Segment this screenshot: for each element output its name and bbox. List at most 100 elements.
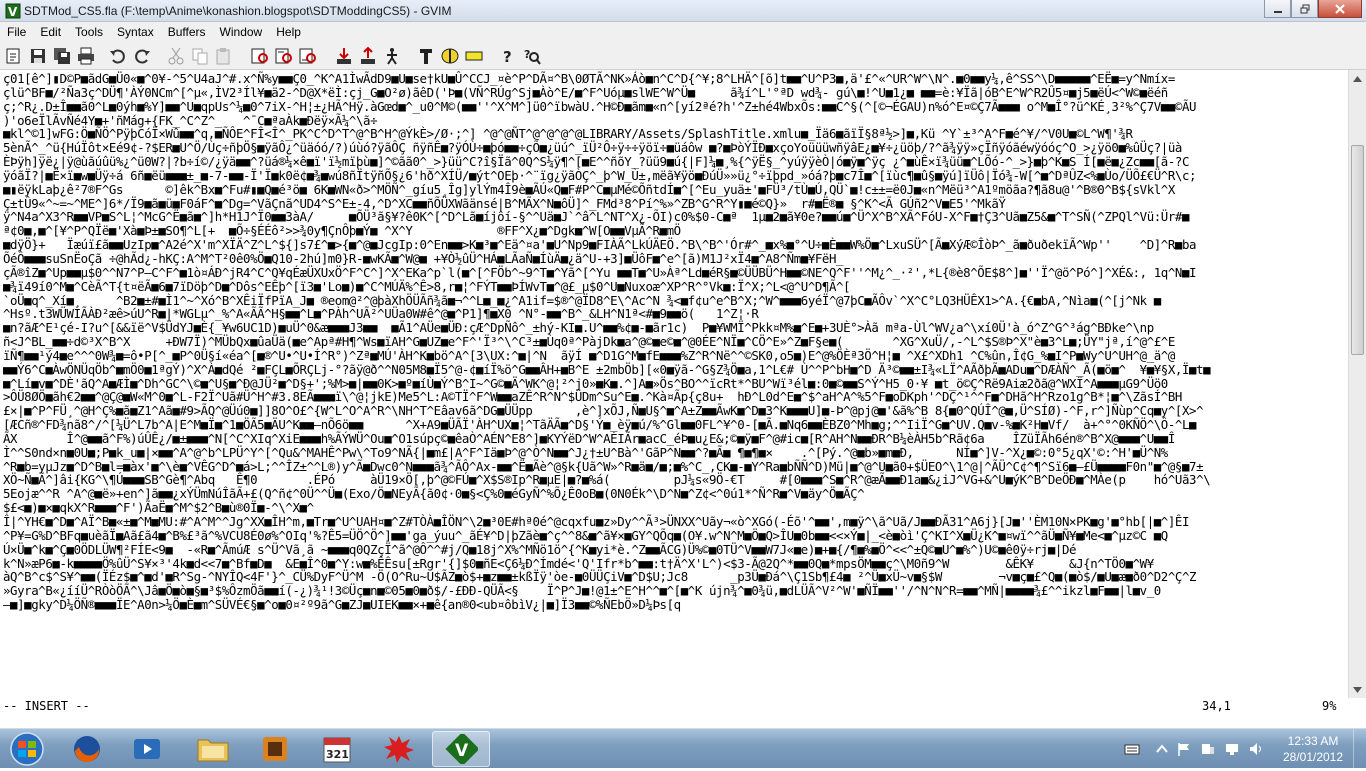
editor-line[interactable]: ÃX Î^@■■ã^F%)úÛÊ¿/■±■■■^N[^C^XIq^XiE■■■h… xyxy=(3,431,1175,446)
editor-area[interactable]: ç01[ê^]▮D©P■ãdG■Ü0«■^0¥-^5^U4aJ^#.x^Ñ%y■… xyxy=(0,70,1348,698)
load-session-button[interactable] xyxy=(334,46,354,66)
cut-icon xyxy=(168,47,184,65)
taskbar-explorer[interactable] xyxy=(184,731,242,767)
editor-line[interactable]: £×|■^P^FÜ¸^@H^Ç%■ã■Z1^Aã■#9>ÃQ^@Üú0■]]8O… xyxy=(3,403,1204,418)
device-icon[interactable] xyxy=(1200,741,1216,757)
show-desktop-button[interactable] xyxy=(1353,729,1366,769)
editor-line[interactable]: 5Eojæ^^R ^A^@■ë»+en^]ã■■¿xÝÜmNúÎãÃ+£(Q^ñ… xyxy=(3,486,865,501)
tag-jump-icon xyxy=(441,48,459,64)
gvim-app-icon[interactable]: V xyxy=(5,3,21,19)
svg-text:V: V xyxy=(455,741,469,761)
copy-icon xyxy=(192,48,208,65)
run-script-button[interactable] xyxy=(382,46,402,66)
minimize-button[interactable] xyxy=(1264,0,1291,18)
editor-line[interactable]: ç;^R¿.D±Î■■ã0^L■0ýh■%Y]■■^U■qpUs^¼■0^7iX… xyxy=(3,99,1197,114)
window-controls xyxy=(1264,0,1362,18)
undo-icon xyxy=(110,49,125,64)
menu-buffers[interactable]: Buffers xyxy=(161,25,213,39)
editor-line[interactable]: ■dÿÖ}+ Ïæúï£ã■■UzIp■^A2é^X'm^XÏÄ^Z^L^${]… xyxy=(3,237,1197,252)
editor-line[interactable]: ç01[ê^]▮D©P■ãdG■Ü0«■^0¥-^5^U4aJ^#.x^Ñ%y■… xyxy=(3,71,1175,86)
menu-tools[interactable]: Tools xyxy=(68,25,110,39)
start-button[interactable] xyxy=(3,730,51,768)
editor-line[interactable]: ^P¥=G%D^BFq■uèãÏ■Aã£ã4■^B%£³ã^%VCU8É0ø%^… xyxy=(3,528,1168,543)
editor-line[interactable]: ÕéÔ■■■suSnËoÇã ÷@hÃd¿-hKÇ:A^M^T²0ê0%Ö■Q1… xyxy=(3,251,844,266)
save-button[interactable] xyxy=(28,46,48,66)
save-all-button[interactable] xyxy=(52,46,72,66)
editor-line[interactable]: Ú×Ü■^k■^Ç■0ÖDLÜW¶²FÍE<9■ -«R■^ÃmúÆ s^Ü^V… xyxy=(3,542,1076,557)
editor-line[interactable]: 5ènÃ^_^ü{HúÏôt×Eé9¢-?$ER■U^Ö/Ùç÷ñþÖ§■ÿãÔ… xyxy=(3,140,1182,155)
editor-line[interactable]: ■▮ëÿkLaþ¿ê²7®F^Gs ©]êk^Bx■^Fu#▮■Q■é³ö■ 6… xyxy=(3,182,1175,197)
editor-line[interactable]: ■¾ï49í0^M■^CèÃ^T{t¤ëÃ■6■7ïDöþ^D■^Dôs^EÊþ… xyxy=(3,279,851,294)
editor-text[interactable]: ç01[ê^]▮D©P■ãdG■Ü0«■^0¥-^5^U4aJ^#.x^Ñ%y■… xyxy=(0,70,1348,614)
media-player-icon xyxy=(134,739,160,759)
toolbar: ? ? xyxy=(0,42,1366,70)
menu-edit[interactable]: Edit xyxy=(33,25,68,39)
keyboard-icon[interactable] xyxy=(1124,741,1140,757)
print-button[interactable] xyxy=(76,46,96,66)
open-button[interactable] xyxy=(4,46,24,66)
find-help-icon: ? xyxy=(524,48,541,65)
editor-line[interactable]: çlü^BF■/²Ña3ç^DÜ¶'ÀÝ0NCm^[^µ«,ÌV2³Íl¥■ä2… xyxy=(3,85,1168,100)
scroll-up-button[interactable] xyxy=(1349,70,1366,87)
taskbar-red-app[interactable] xyxy=(370,731,428,767)
tag-jump-button[interactable] xyxy=(440,46,460,66)
network-icon[interactable] xyxy=(1224,741,1240,757)
menu-syntax[interactable]: Syntax xyxy=(110,25,161,39)
make-button[interactable] xyxy=(416,46,436,66)
taskbar-firefox[interactable] xyxy=(58,731,116,767)
editor-line[interactable]: —■]■gky^D¼ÖÑ®■■■ÏE^A0n>¼Ö■È■m^SÜVÉ€§■^o■… xyxy=(3,597,681,612)
cursor-position: 34,1 xyxy=(1202,699,1231,713)
copy-button[interactable] xyxy=(190,46,210,66)
maximize-button[interactable] xyxy=(1291,0,1318,18)
taskbar-gvim[interactable]: V xyxy=(432,731,490,767)
scrollbar-thumb[interactable] xyxy=(1351,145,1364,355)
menu-file[interactable]: File xyxy=(0,25,33,39)
open-icon xyxy=(6,48,20,64)
save-icon xyxy=(31,49,45,63)
taskbar-flash[interactable] xyxy=(246,731,304,767)
save-session-button[interactable] xyxy=(358,46,378,66)
editor-line[interactable]: Î|^YH€■^D■^AÏ^B■«±■^M■MU:#^A^M^^Jg^XX■ÎH… xyxy=(3,514,1189,529)
undo-button[interactable] xyxy=(108,46,128,66)
save-all-icon xyxy=(54,48,70,64)
taskbar-calendar[interactable]: 321 xyxy=(308,731,366,767)
editor-line[interactable]: »Gyra^B«¿ííÜ^RÒòÖÃ^\Jâ■Ö■ò■§■³$%ÔzmÖã■■í… xyxy=(3,583,1161,598)
find-replace-button[interactable] xyxy=(250,46,270,66)
editor-line[interactable]: [ÆCñ®^FD¾nã8^/^[¼Ü^L7b^A|E^M■Ï■^1■ÖÃ5■ÄU… xyxy=(3,417,1197,432)
shell-button[interactable] xyxy=(464,46,484,66)
editor-line[interactable]: Ì^^S0nd×n■0U■;P■k_u■|×■■^A^@^b^LPÜ^Y^[^Q… xyxy=(3,445,1168,460)
flash-icon xyxy=(263,737,287,761)
editor-line[interactable]: ïÑ¶■■¹ý4■e^^^0W¾■=ô•P[^_■P^0Ü§í«éa^[■®^U… xyxy=(3,348,1175,363)
editor-line[interactable]: ■n?ãÆ^E¹çé-I?u^[&&ïë^V$ÜdYJ■È{_¥w6UC1D)■… xyxy=(3,320,1154,335)
close-button[interactable] xyxy=(1318,0,1362,18)
cut-button[interactable] xyxy=(166,46,186,66)
paste-button[interactable] xyxy=(214,46,234,66)
flag-icon[interactable] xyxy=(1176,741,1192,757)
find-prev-button[interactable] xyxy=(298,46,318,66)
editor-line[interactable]: ÈÞÿh]ÿë¿|ÿ@ùãúûü%¿^ü0W?|?b÷í©/¿ÿä■■^?üá®… xyxy=(3,154,1189,169)
scroll-percent: 9% xyxy=(1322,699,1337,713)
print-icon xyxy=(78,47,94,65)
menu-window[interactable]: Window xyxy=(213,25,270,39)
restore-icon xyxy=(1300,4,1309,13)
find-help-button[interactable]: ? xyxy=(522,46,542,66)
editor-line[interactable]: ■■Ý6^C■ÀwÖNÜqÖb^■mÖ0■1ªgÝ)^X^À■dQé ²■FÇL… xyxy=(3,362,1211,377)
find-next-button[interactable] xyxy=(274,46,294,66)
system-clock[interactable]: 12:33 AM 28/01/2012 xyxy=(1280,733,1346,765)
scroll-down-button[interactable] xyxy=(1349,681,1366,698)
vertical-scrollbar[interactable] xyxy=(1348,70,1366,698)
taskbar-media-player[interactable] xyxy=(118,731,176,767)
chevron-up-tray-icon[interactable] xyxy=(1154,741,1170,757)
redo-button[interactable] xyxy=(132,46,152,66)
explorer-icon xyxy=(197,739,229,762)
calendar-icon: 321 xyxy=(323,737,351,763)
calendar-day: 321 xyxy=(326,748,349,761)
menu-help[interactable]: Help xyxy=(269,25,308,39)
editor-line[interactable]: ÿóãÏ?|■Ë×ï■w■Üÿ÷á 6ñ■ëü■■■±_■-7-■■-Ï'Ï■k… xyxy=(3,168,1197,183)
help-button[interactable]: ? xyxy=(498,46,518,66)
editor-line[interactable]: ñ<J^BL_■■÷d©³X^B^X +ÐW7Ï)^MÜbQx■ûaÜä(■e^… xyxy=(3,334,1175,349)
editor-line[interactable]: $£<■)■×■qkX^R■■■^F')ÃaË■^M^$2^B■ù®0Ï■-^\… xyxy=(3,500,314,515)
editor-line[interactable]: çÃ®îZ■^Up■■µ$0^^N7^P—C^F^■1ò¤ÁÐ^jR4^C^Q¥… xyxy=(3,265,1197,280)
load-session-icon xyxy=(337,48,351,64)
volume-icon[interactable] xyxy=(1248,741,1264,757)
